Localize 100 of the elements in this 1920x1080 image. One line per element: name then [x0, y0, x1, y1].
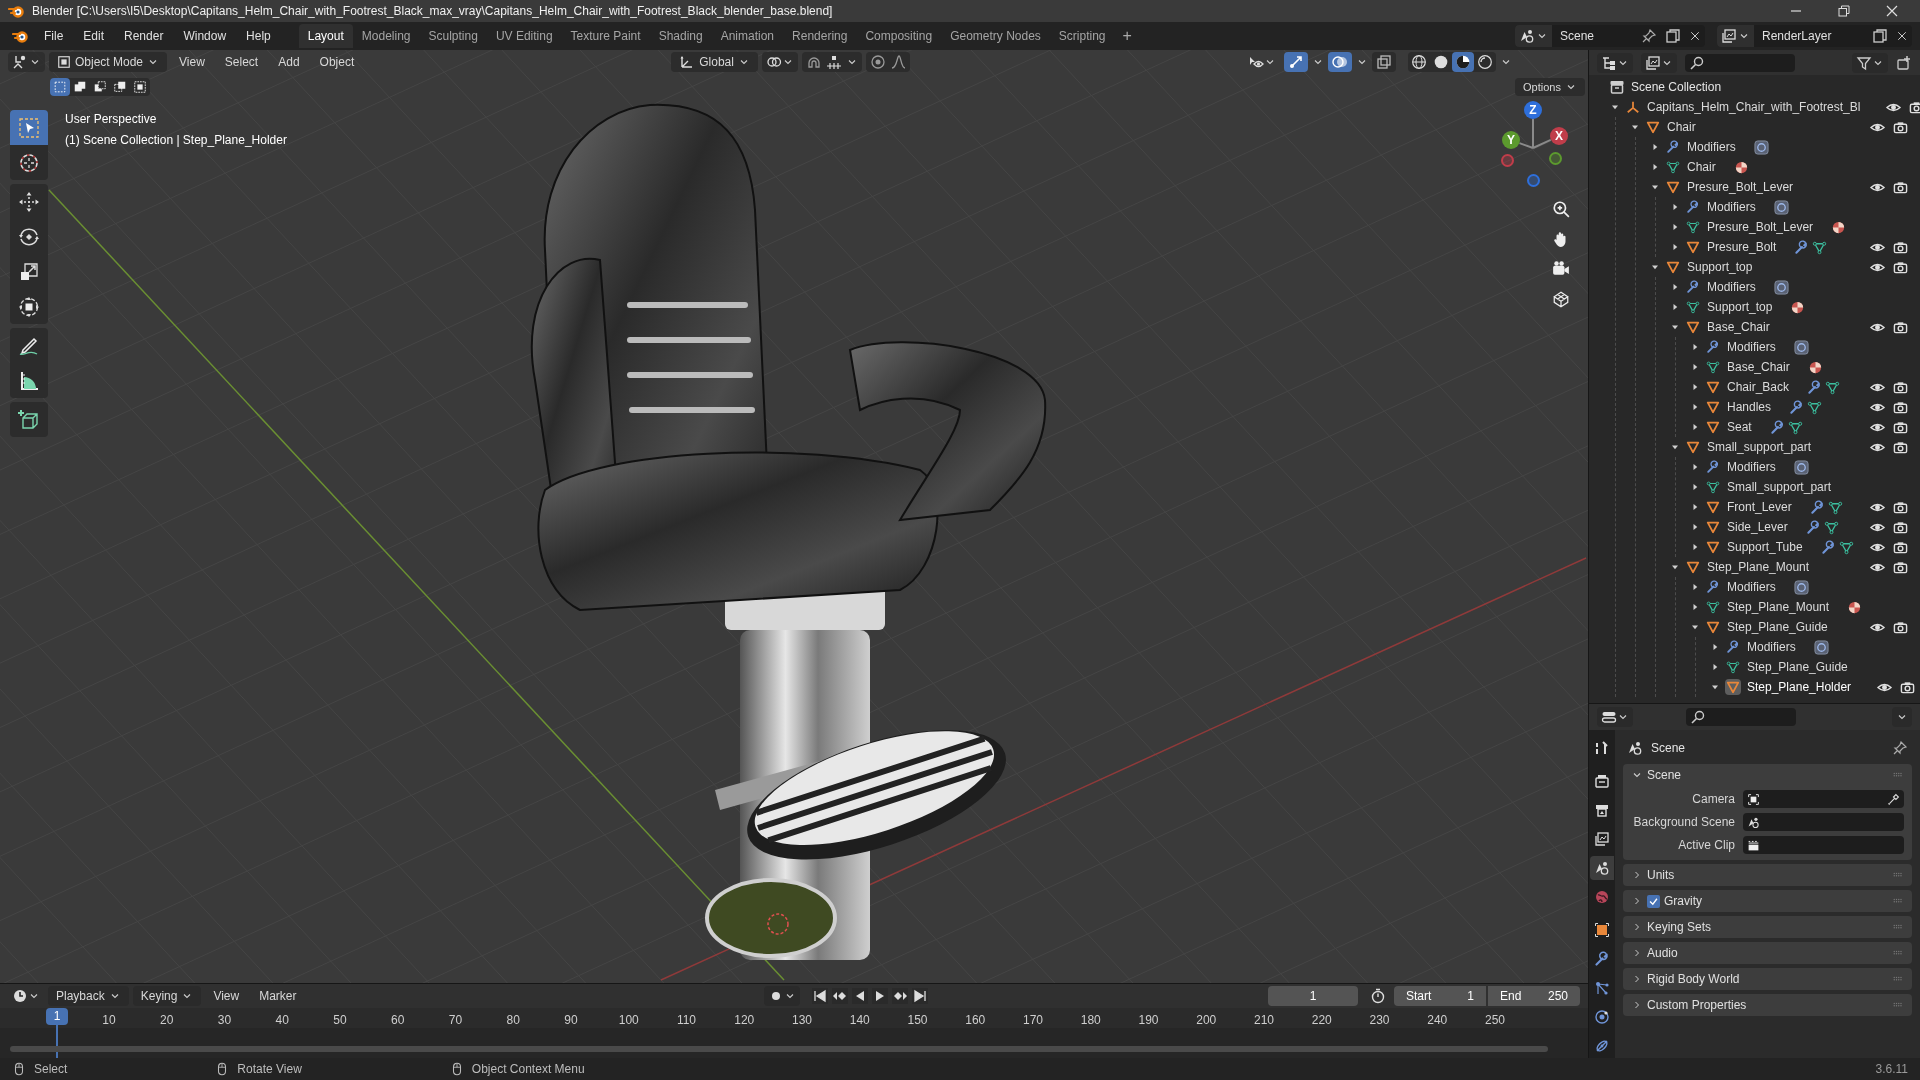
camera-icon[interactable]	[1909, 99, 1920, 115]
outliner-item[interactable]: Support_top	[1687, 258, 1753, 276]
options-dropdown[interactable]: Options	[1515, 78, 1585, 96]
mode-dropdown[interactable]: Object Mode	[49, 52, 168, 72]
camera-icon[interactable]	[1893, 379, 1908, 395]
shading-mode-button[interactable]	[1451, 52, 1474, 72]
measure-tool[interactable]	[10, 363, 48, 398]
outliner-item[interactable]: Presure_Bolt	[1707, 238, 1777, 256]
previous-keyframe-icon[interactable]	[831, 988, 848, 1004]
maximize-icon[interactable]	[1836, 3, 1852, 19]
outliner-item[interactable]: Capitans_Helm_Chair_with_Footrest_Bl	[1647, 98, 1861, 116]
move-tool[interactable]	[10, 184, 48, 219]
menu-item[interactable]: Object	[311, 53, 363, 71]
menu-item[interactable]: Keying	[132, 986, 202, 1006]
mesh-icon[interactable]	[1827, 499, 1843, 515]
camera-icon[interactable]	[1893, 619, 1908, 635]
display-mode-button[interactable]	[1641, 52, 1677, 73]
close-icon[interactable]	[1884, 3, 1900, 19]
outliner-item[interactable]: Chair	[1687, 158, 1716, 176]
cursor-tool[interactable]	[10, 145, 48, 180]
panel-title[interactable]: Custom Properties	[1647, 996, 1747, 1014]
outliner-item[interactable]: Handles	[1727, 398, 1772, 416]
editor-type-button[interactable]	[8, 52, 45, 72]
outliner-item[interactable]: Side_Lever	[1727, 518, 1788, 536]
panel-title[interactable]: Gravity	[1664, 892, 1702, 910]
panel-title[interactable]: Keying Sets	[1647, 918, 1712, 936]
material-sphere-icon[interactable]	[1847, 599, 1863, 615]
camera-icon[interactable]	[1893, 119, 1908, 135]
modifier-badge-icon[interactable]	[1773, 279, 1789, 295]
new-collection-icon[interactable]	[1896, 54, 1912, 71]
camera-icon[interactable]	[1893, 399, 1908, 415]
outliner-item[interactable]: Modifiers	[1707, 278, 1756, 296]
outliner-item[interactable]: Seat	[1727, 418, 1752, 436]
play-reverse-icon[interactable]	[851, 988, 868, 1004]
modifier-badge-icon[interactable]	[1753, 139, 1769, 155]
axis-handle[interactable]	[1549, 152, 1562, 165]
add-workspace-button[interactable]: +	[1114, 24, 1140, 48]
wrench-icon[interactable]	[1769, 419, 1785, 435]
outliner-item[interactable]: Base_Chair	[1707, 318, 1770, 336]
scrollbar[interactable]	[10, 1046, 1548, 1052]
grid-icon[interactable]	[1552, 290, 1570, 308]
camera-icon[interactable]	[1893, 419, 1908, 435]
stopwatch-icon[interactable]	[1370, 988, 1386, 1004]
blender-logo-icon[interactable]	[12, 28, 28, 44]
search-field[interactable]	[1685, 53, 1795, 72]
wrench-icon[interactable]	[1805, 519, 1821, 535]
workspace-tab[interactable]: UV Editing	[486, 24, 562, 48]
modifier-badge-icon[interactable]	[1793, 459, 1809, 475]
current-frame-field[interactable]: 1	[1268, 986, 1358, 1006]
editor-type-button[interactable]	[1597, 707, 1633, 727]
workspace-tab[interactable]: Compositing	[856, 24, 942, 48]
mesh-icon[interactable]	[1823, 519, 1839, 535]
axis-handle[interactable]: X	[1550, 127, 1568, 145]
orientation-dropdown[interactable]: Global	[671, 52, 758, 72]
workspace-tab[interactable]: Sculpting	[419, 24, 487, 48]
workspace-tab[interactable]: Geometry Nodes	[941, 24, 1050, 48]
outliner-item[interactable]: Step_Plane_Guide	[1747, 658, 1848, 676]
camera-icon[interactable]	[1900, 679, 1916, 695]
pin-icon[interactable]	[1892, 740, 1908, 756]
modifier-badge-icon[interactable]	[1813, 639, 1829, 655]
menu-item[interactable]: View	[171, 53, 213, 71]
outliner-item[interactable]: Base_Chair	[1727, 358, 1790, 376]
value-field[interactable]	[1743, 790, 1904, 808]
scene-selector[interactable]: Scene	[1515, 25, 1705, 47]
mesh-icon[interactable]	[1812, 239, 1828, 255]
menu-item[interactable]: Render	[116, 24, 172, 48]
axis-handle[interactable]	[1527, 174, 1540, 187]
proportional-editing-button[interactable]	[865, 52, 910, 72]
panel-title[interactable]: Audio	[1647, 944, 1678, 962]
view-layer-selector[interactable]: RenderLayer	[1717, 25, 1912, 47]
menu-item[interactable]: Help	[238, 24, 279, 48]
outliner-item[interactable]: Step_Plane_Mount	[1727, 598, 1830, 616]
menu-item[interactable]: File	[36, 24, 72, 48]
material-sphere-icon[interactable]	[1807, 359, 1823, 375]
pivot-point-button[interactable]	[761, 52, 798, 72]
menu-item[interactable]: Select	[216, 53, 267, 71]
camera-icon[interactable]	[1552, 260, 1570, 278]
camera-icon[interactable]	[1893, 499, 1908, 515]
close-icon[interactable]	[1896, 30, 1908, 42]
play-icon[interactable]	[871, 988, 888, 1004]
pin-icon[interactable]	[1641, 28, 1657, 44]
camera-icon[interactable]	[1893, 519, 1908, 535]
material-sphere-icon[interactable]	[1733, 159, 1749, 175]
outliner-item[interactable]: Presure_Bolt_Lever	[1707, 218, 1814, 236]
menu-item[interactable]: View	[205, 986, 248, 1006]
workspace-tab[interactable]: Shading	[649, 24, 712, 48]
outliner-item[interactable]: Modifiers	[1727, 338, 1776, 356]
camera-icon[interactable]	[1893, 239, 1908, 255]
modifier-badge-icon[interactable]	[1793, 579, 1809, 595]
outliner-item[interactable]: Modifiers	[1747, 638, 1796, 656]
outliner-item[interactable]: Modifiers	[1727, 578, 1776, 596]
menu-item[interactable]: Marker	[251, 986, 305, 1006]
wrench-icon[interactable]	[1807, 379, 1823, 395]
start-frame-field[interactable]: Start 1	[1394, 986, 1486, 1006]
modifier-badge-icon[interactable]	[1773, 199, 1789, 215]
outliner-item[interactable]: Step_Plane_Holder	[1747, 678, 1852, 696]
outliner-item[interactable]: Step_Plane_Guide	[1727, 618, 1828, 636]
outliner-item[interactable]: Small_support_part	[1727, 478, 1832, 496]
value-field[interactable]	[1743, 813, 1904, 831]
outliner-item[interactable]: Support_Tube	[1727, 538, 1803, 556]
